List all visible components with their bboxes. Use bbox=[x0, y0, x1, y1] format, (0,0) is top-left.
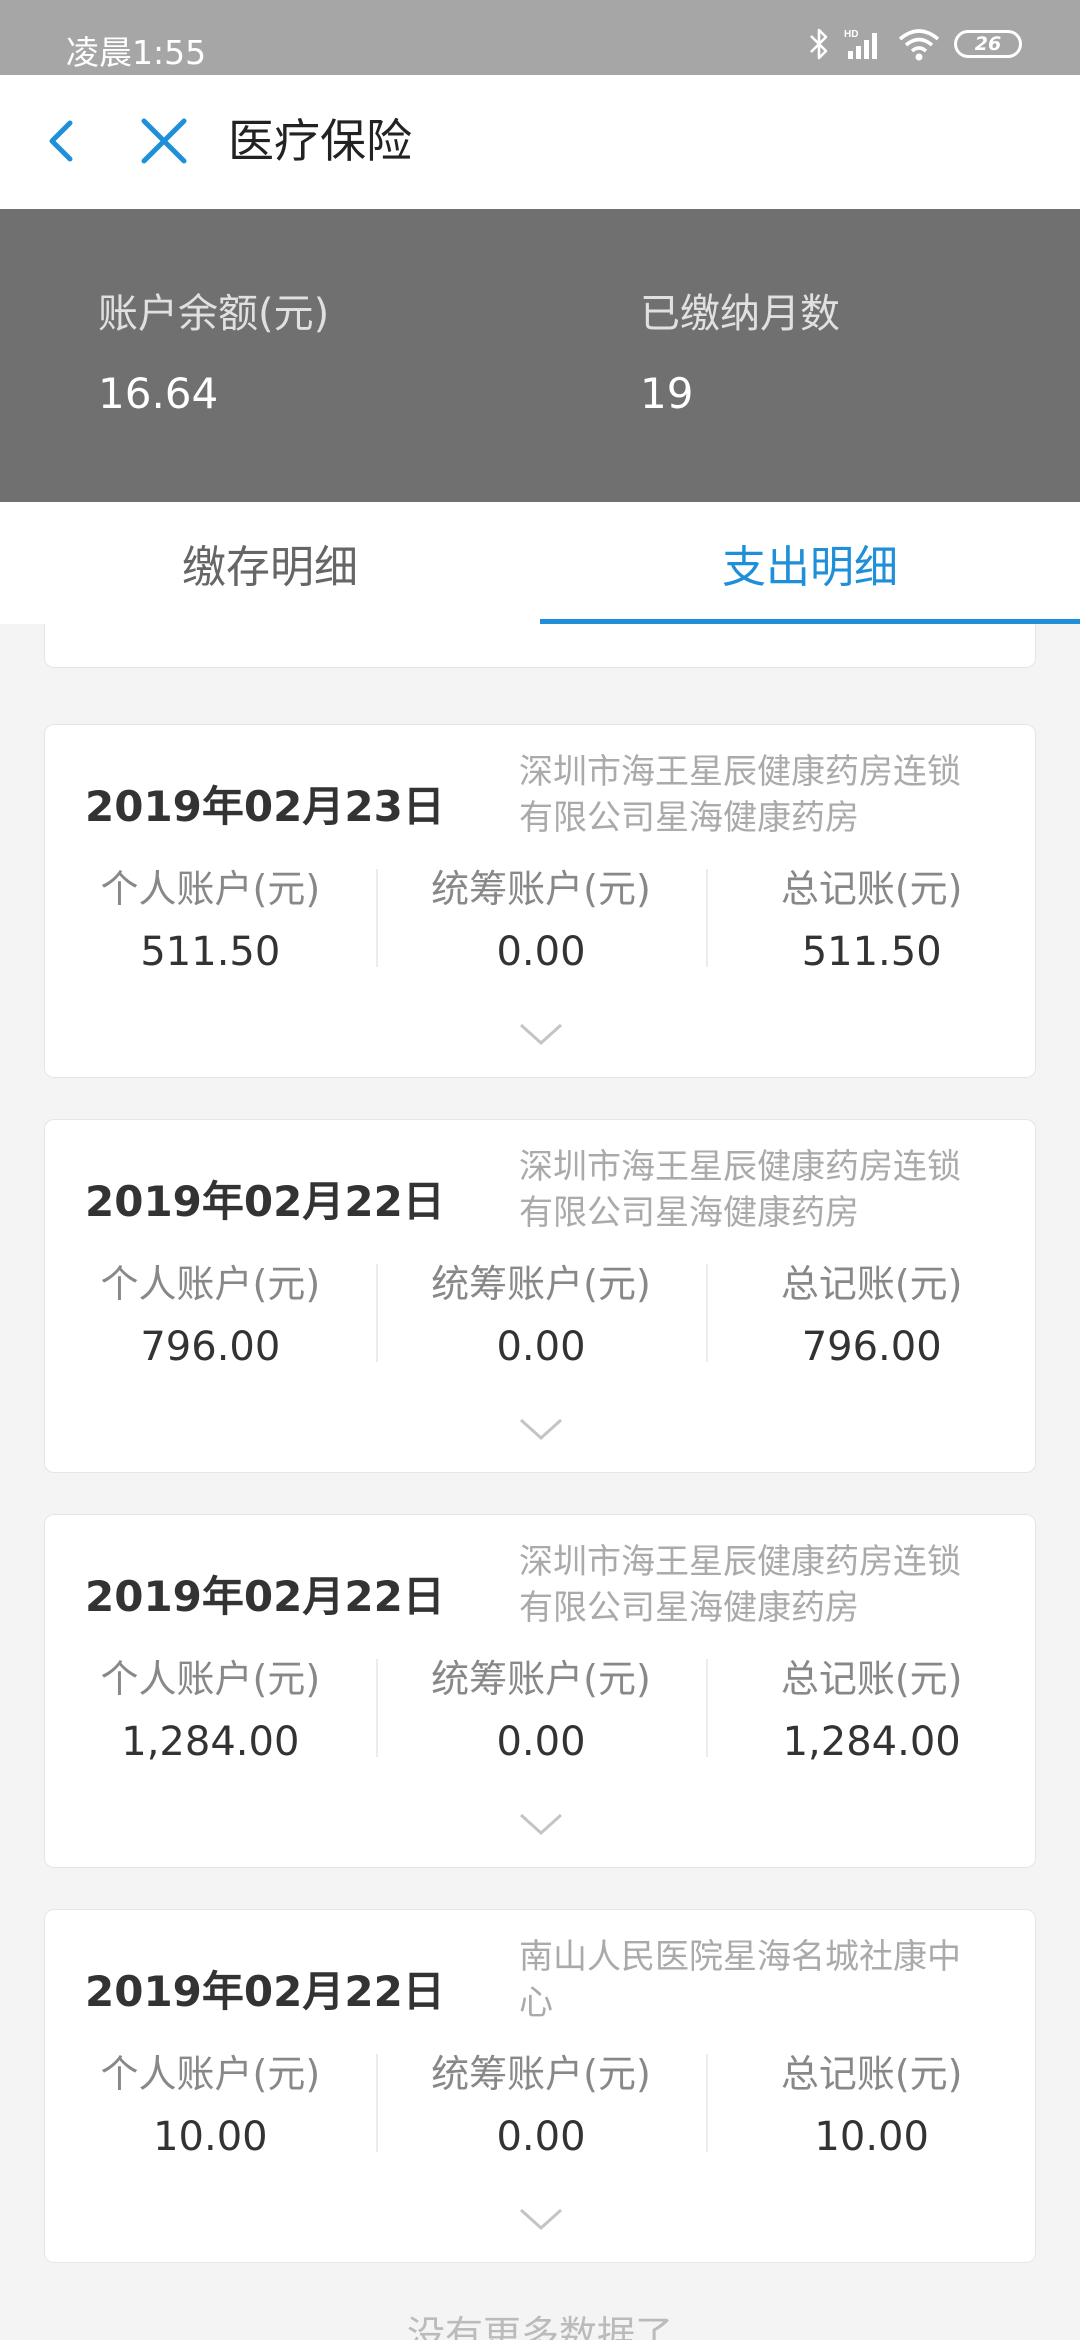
list-item[interactable]: 2019年02月23日 深圳市海王星辰健康药房连锁有限公司星海健康药房 个人账户… bbox=[44, 724, 1036, 1078]
wifi-icon bbox=[898, 29, 940, 61]
pooled-account-value: 0.00 bbox=[496, 1719, 586, 1765]
balance-label: 账户余额(元) bbox=[98, 291, 330, 337]
account-summary: 账户余额(元) 16.64 已缴纳月数 19 bbox=[0, 209, 1080, 502]
total-value: 1,284.00 bbox=[782, 1719, 961, 1765]
months-value: 19 bbox=[640, 369, 694, 418]
personal-account-column: 个人账户(元) 10.00 bbox=[45, 2050, 376, 2160]
record-merchant: 南山人民医院星海名城社康中心 bbox=[519, 1937, 961, 2023]
total-label: 总记账(元) bbox=[780, 2052, 963, 2096]
chevron-down-icon[interactable] bbox=[517, 2206, 565, 2234]
personal-account-value: 1,284.00 bbox=[121, 1719, 300, 1765]
personal-account-column: 个人账户(元) 1,284.00 bbox=[45, 1655, 376, 1765]
svg-text:HD: HD bbox=[844, 29, 858, 40]
personal-account-label: 个人账户(元) bbox=[100, 867, 321, 911]
close-icon[interactable] bbox=[136, 113, 192, 169]
total-column: 总记账(元) 10.00 bbox=[706, 2050, 1037, 2160]
record-merchant: 深圳市海王星辰健康药房连锁有限公司星海健康药房 bbox=[519, 752, 961, 838]
battery-icon: 26 bbox=[954, 30, 1022, 58]
no-more-data-text: 没有更多数据了 bbox=[406, 2313, 673, 2340]
record-date: 2019年02月22日 bbox=[85, 1967, 445, 2016]
personal-account-column: 个人账户(元) 796.00 bbox=[45, 1260, 376, 1370]
balance-block: 账户余额(元) 16.64 bbox=[98, 289, 329, 419]
battery-level: 26 bbox=[974, 33, 1002, 55]
record-date: 2019年02月23日 bbox=[85, 782, 445, 831]
total-label: 总记账(元) bbox=[780, 1657, 963, 1701]
personal-account-label: 个人账户(元) bbox=[100, 1262, 321, 1306]
pooled-account-column: 统筹账户(元) 0.00 bbox=[375, 1655, 707, 1765]
list-item[interactable]: 2019年02月22日 深圳市海王星辰健康药房连锁有限公司星海健康药房 个人账户… bbox=[44, 1119, 1036, 1473]
tab-expense-details[interactable]: 支出明细 bbox=[540, 502, 1080, 624]
chevron-down-icon[interactable] bbox=[517, 1021, 565, 1049]
pooled-account-label: 统筹账户(元) bbox=[431, 2052, 651, 2096]
personal-account-label: 个人账户(元) bbox=[100, 2052, 321, 2096]
total-column: 总记账(元) 1,284.00 bbox=[706, 1655, 1037, 1765]
record-amounts: 个人账户(元) 796.00 统筹账户(元) 0.00 总记账(元) 796.0… bbox=[45, 1260, 1037, 1370]
total-value: 511.50 bbox=[801, 929, 942, 975]
balance-value: 16.64 bbox=[98, 369, 219, 418]
record-amounts: 个人账户(元) 1,284.00 统筹账户(元) 0.00 总记账(元) 1,2… bbox=[45, 1655, 1037, 1765]
pooled-account-label: 统筹账户(元) bbox=[431, 1657, 651, 1701]
personal-account-column: 个人账户(元) 511.50 bbox=[45, 865, 376, 975]
total-column: 总记账(元) 796.00 bbox=[706, 1260, 1037, 1370]
personal-account-label: 个人账户(元) bbox=[100, 1657, 321, 1701]
expense-list[interactable]: 2019年02月23日 深圳市海王星辰健康药房连锁有限公司星海健康药房 个人账户… bbox=[0, 624, 1080, 2340]
detail-tabs: 缴存明细 支出明细 bbox=[0, 502, 1080, 624]
pooled-account-column: 统筹账户(元) 0.00 bbox=[375, 1260, 707, 1370]
pooled-account-value: 0.00 bbox=[496, 929, 586, 975]
bluetooth-icon bbox=[810, 28, 828, 60]
list-item[interactable]: 2019年02月22日 深圳市海王星辰健康药房连锁有限公司星海健康药房 个人账户… bbox=[44, 1514, 1036, 1868]
chevron-down-icon[interactable] bbox=[517, 1416, 565, 1444]
status-bar: 凌晨1:55 HD 26 bbox=[0, 0, 1080, 75]
list-item-partial bbox=[44, 624, 1036, 668]
chevron-down-icon[interactable] bbox=[517, 1811, 565, 1839]
total-label: 总记账(元) bbox=[780, 1262, 963, 1306]
pooled-account-label: 统筹账户(元) bbox=[431, 1262, 651, 1306]
pooled-account-column: 统筹账户(元) 0.00 bbox=[375, 2050, 707, 2160]
tab-deposit-details[interactable]: 缴存明细 bbox=[0, 502, 540, 624]
status-icons: HD 26 bbox=[808, 26, 1022, 62]
total-label: 总记账(元) bbox=[780, 867, 963, 911]
pooled-account-value: 0.00 bbox=[496, 2114, 586, 2160]
personal-account-value: 511.50 bbox=[140, 929, 281, 975]
page-title: 医疗保险 bbox=[228, 114, 412, 168]
total-column: 总记账(元) 511.50 bbox=[706, 865, 1037, 975]
record-amounts: 个人账户(元) 511.50 统筹账户(元) 0.00 总记账(元) 511.5… bbox=[45, 865, 1037, 975]
record-date: 2019年02月22日 bbox=[85, 1572, 445, 1621]
personal-account-value: 10.00 bbox=[153, 2114, 268, 2160]
pooled-account-value: 0.00 bbox=[496, 1324, 586, 1370]
personal-account-value: 796.00 bbox=[140, 1324, 281, 1370]
nav-bar: 医疗保险 bbox=[0, 75, 1080, 209]
months-block: 已缴纳月数 19 bbox=[640, 289, 840, 419]
back-icon[interactable] bbox=[36, 113, 92, 169]
record-date: 2019年02月22日 bbox=[85, 1177, 445, 1226]
total-value: 10.00 bbox=[814, 2114, 929, 2160]
record-merchant: 深圳市海王星辰健康药房连锁有限公司星海健康药房 bbox=[519, 1542, 961, 1628]
status-time: 凌晨1:55 bbox=[66, 33, 207, 72]
list-item[interactable]: 2019年02月22日 南山人民医院星海名城社康中心 个人账户(元) 10.00… bbox=[44, 1909, 1036, 2263]
signal-icon: HD bbox=[844, 29, 877, 59]
pooled-account-label: 统筹账户(元) bbox=[431, 867, 651, 911]
pooled-account-column: 统筹账户(元) 0.00 bbox=[375, 865, 707, 975]
record-merchant: 深圳市海王星辰健康药房连锁有限公司星海健康药房 bbox=[519, 1147, 961, 1233]
record-amounts: 个人账户(元) 10.00 统筹账户(元) 0.00 总记账(元) 10.00 bbox=[45, 2050, 1037, 2160]
total-value: 796.00 bbox=[801, 1324, 942, 1370]
months-label: 已缴纳月数 bbox=[640, 291, 840, 337]
screen: 凌晨1:55 HD 26 医疗保险 账户余额(元) 16.64 已缴纳月数 19… bbox=[0, 0, 1080, 2340]
